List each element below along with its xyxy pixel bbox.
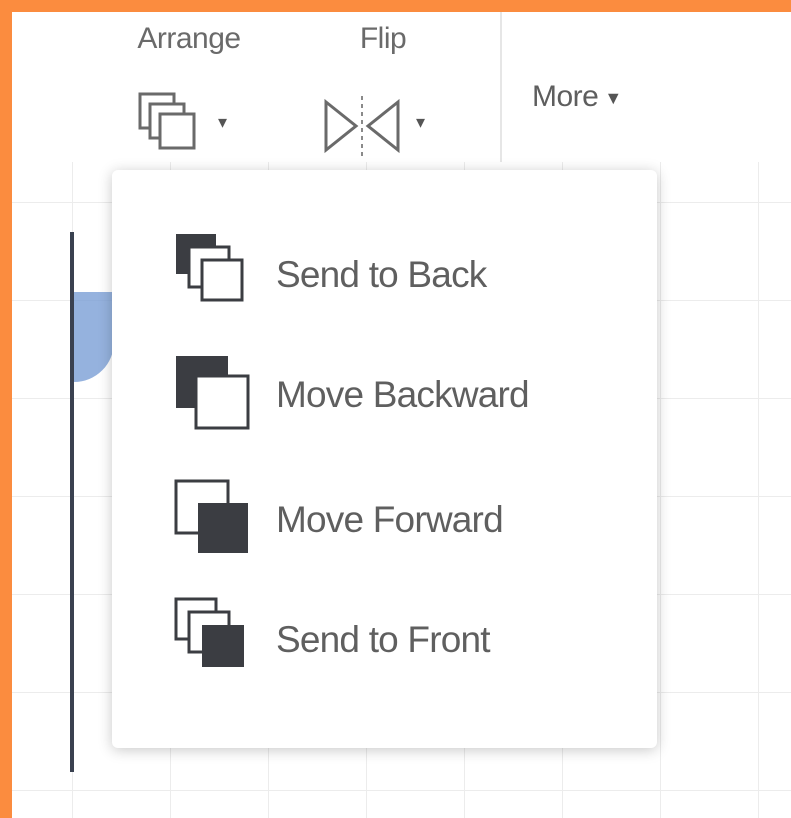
toolbar: Arrange ▾ Flip ▾ More ▼	[12, 12, 791, 162]
menu-item-label: Send to Front	[276, 619, 491, 660]
flip-icon[interactable]	[320, 94, 410, 158]
flip-caret-icon[interactable]: ▾	[416, 112, 425, 133]
menu-item-move-forward[interactable]: Move Forward	[172, 475, 642, 565]
menu-item-send-to-back[interactable]: Send to Back	[172, 230, 642, 320]
move-forward-icon	[174, 479, 248, 553]
menu-item-label: Move Backward	[276, 374, 530, 415]
arrange-caret-icon[interactable]: ▾	[218, 112, 227, 133]
more-caret-icon: ▼	[604, 87, 622, 108]
toolbar-divider	[500, 12, 502, 162]
flip-group[interactable]: Flip	[318, 12, 448, 56]
menu-item-label: Send to Back	[276, 254, 487, 295]
move-backward-icon	[176, 356, 250, 430]
menu-item-move-backward[interactable]: Move Backward	[172, 350, 642, 440]
arrange-label: Arrange	[137, 22, 241, 55]
arrange-dropdown-menu: Send to Back Move Backward Move Forward …	[112, 170, 657, 748]
more-button[interactable]: More ▼	[532, 80, 622, 114]
more-label: More	[532, 80, 599, 113]
send-to-front-icon	[174, 597, 244, 667]
menu-item-send-to-front[interactable]: Send to Front	[172, 595, 642, 685]
arrange-icon[interactable]	[136, 90, 206, 162]
editor-frame: Arrange ▾ Flip ▾ More ▼ Send to Back Mov…	[12, 12, 791, 818]
menu-item-label: Move Forward	[276, 499, 504, 540]
arrange-group[interactable]: Arrange	[104, 12, 274, 56]
send-to-back-icon	[176, 234, 244, 302]
flip-label: Flip	[359, 22, 407, 55]
